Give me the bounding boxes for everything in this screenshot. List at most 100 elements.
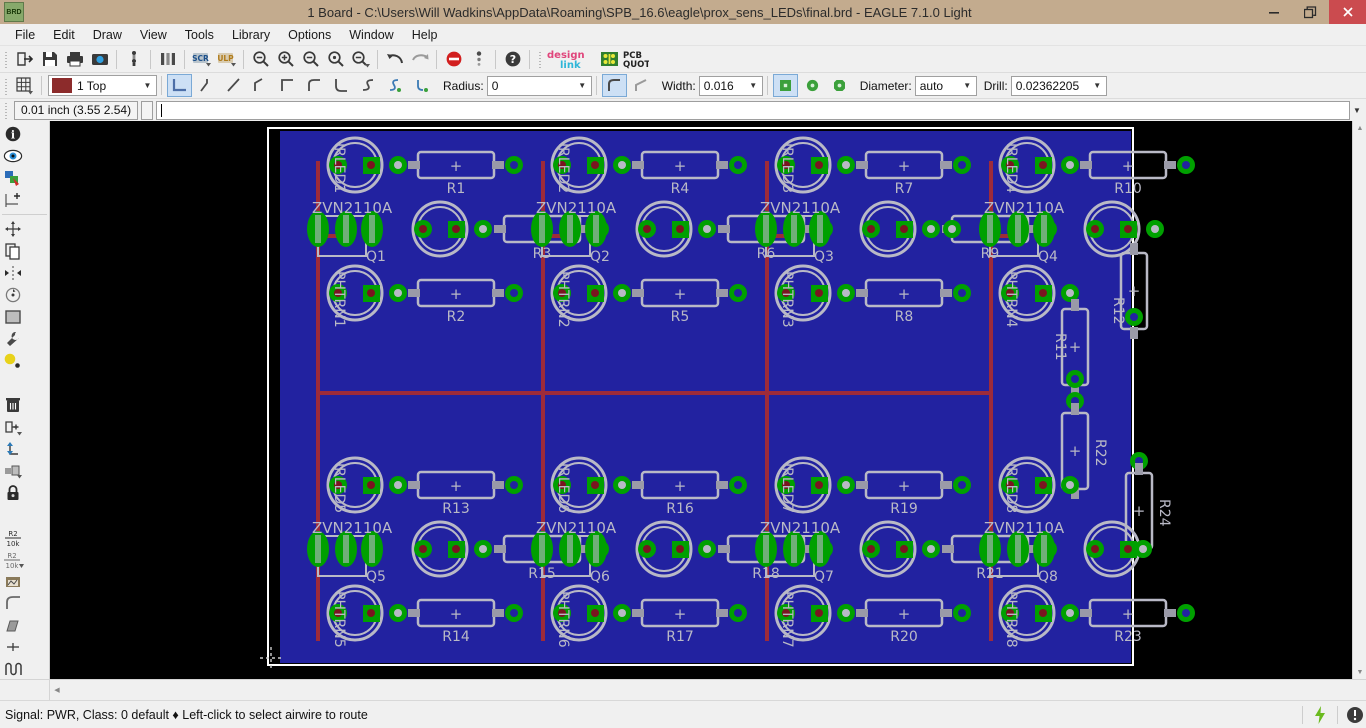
board-canvas[interactable]: IRLED1 + R1 ZVN2110A (50, 121, 1352, 679)
add-part-tool[interactable] (0, 416, 25, 438)
close-button[interactable] (1329, 0, 1366, 24)
menu-help[interactable]: Help (403, 26, 447, 44)
mirror-tool[interactable] (0, 262, 25, 284)
info-tool[interactable]: i (0, 123, 25, 145)
chevron-down-icon[interactable]: ▼ (959, 76, 976, 95)
menu-draw[interactable]: Draw (84, 26, 131, 44)
replace-tool[interactable] (0, 460, 25, 482)
layer-settings-icon[interactable] (155, 48, 180, 71)
toolbar-grip[interactable] (3, 49, 10, 69)
canvas-vertical-scrollbar[interactable]: ▲ ▼ (1352, 121, 1366, 679)
via-octagon-button[interactable] (827, 74, 852, 97)
chevron-down-icon[interactable]: ▼ (574, 76, 591, 95)
pcb-quote-logo[interactable]: PCB QUOTE (600, 48, 649, 70)
component-q7[interactable]: ZVN2110A Q7 (755, 519, 841, 585)
menu-tools[interactable]: Tools (176, 26, 223, 44)
miter-tool[interactable] (0, 592, 25, 614)
canvas-horizontal-scrollbar[interactable]: ◀ (0, 679, 1366, 700)
lock-tool[interactable] (0, 482, 25, 504)
zoom-fit-icon[interactable] (248, 48, 273, 71)
copy-tool[interactable] (0, 240, 25, 262)
bend-style-0-button[interactable] (167, 74, 192, 97)
menu-file[interactable]: File (6, 26, 44, 44)
chevron-down-icon[interactable]: ▼ (1089, 76, 1106, 95)
menu-options[interactable]: Options (279, 26, 340, 44)
restore-button[interactable] (1292, 0, 1329, 24)
chevron-down-icon[interactable]: ▼ (1350, 106, 1364, 115)
chevron-down-icon[interactable]: ▼ (745, 76, 762, 95)
move-tool[interactable] (0, 218, 25, 240)
bend-style-7-button[interactable] (356, 74, 381, 97)
group-tool[interactable] (0, 306, 25, 328)
smash-tool[interactable] (0, 570, 25, 592)
paste-tool[interactable] (0, 350, 25, 372)
mark-tool[interactable] (0, 189, 25, 211)
menu-edit[interactable]: Edit (44, 26, 84, 44)
pcb-artwork[interactable]: IRLED1 + R1 ZVN2110A (50, 121, 1352, 679)
zoom-redraw-icon[interactable] (323, 48, 348, 71)
show-tool[interactable] (0, 145, 25, 167)
help-icon[interactable]: ? (500, 48, 525, 71)
save-icon[interactable] (37, 48, 62, 71)
radius-input[interactable]: 0 ▼ (487, 76, 592, 96)
rotate-tool[interactable] (0, 284, 25, 306)
stop-icon[interactable] (441, 48, 466, 71)
bend-style-5-button[interactable] (302, 74, 327, 97)
bend-style-9-button[interactable] (410, 74, 435, 97)
alert-icon[interactable] (1344, 706, 1366, 724)
partner-toolbar-grip[interactable] (537, 49, 544, 69)
component-q2[interactable]: ZVN2110A Q2 (531, 199, 617, 265)
command-input[interactable] (156, 101, 1350, 120)
component-q5[interactable]: ZVN2110A Q5 (307, 519, 393, 585)
pinswap-tool[interactable] (0, 438, 25, 460)
board-schematic-switch-icon[interactable] (121, 48, 146, 71)
value-tool[interactable]: R210k (0, 548, 25, 570)
scr-script-icon[interactable]: SCR (189, 48, 214, 71)
bend-style-4-button[interactable] (275, 74, 300, 97)
menu-view[interactable]: View (131, 26, 176, 44)
zoom-in-icon[interactable] (273, 48, 298, 71)
drill-input[interactable]: 0.02362205 ▼ (1011, 76, 1107, 96)
width-input[interactable]: 0.016 ▼ (699, 76, 763, 96)
optimize-tool[interactable] (0, 636, 25, 658)
miter-round-button[interactable] (602, 74, 627, 97)
undo-icon[interactable] (382, 48, 407, 71)
name-tool[interactable]: R210k (0, 526, 25, 548)
component-q8[interactable]: ZVN2110A Q8 (979, 519, 1065, 585)
chevron-down-icon[interactable]: ▼ (139, 76, 156, 95)
routing-toolbar-grip[interactable] (3, 76, 10, 96)
diameter-input[interactable]: auto ▼ (915, 76, 977, 96)
design-link-logo[interactable]: design link (546, 47, 592, 71)
bend-style-3-button[interactable] (248, 74, 273, 97)
menu-library[interactable]: Library (223, 26, 279, 44)
component-q1[interactable]: ZVN2110A Q1 (307, 199, 393, 265)
layer-select[interactable]: 1 Top ▼ (48, 75, 157, 96)
print-icon[interactable] (62, 48, 87, 71)
camera-icon[interactable] (87, 48, 112, 71)
scroll-up-arrow[interactable]: ▲ (1353, 121, 1366, 135)
miter-straight-button[interactable] (629, 74, 654, 97)
meander-tool[interactable] (0, 658, 25, 680)
minimize-button[interactable] (1255, 0, 1292, 24)
zoom-select-icon[interactable] (348, 48, 373, 71)
scroll-down-arrow[interactable]: ▼ (1353, 665, 1366, 679)
component-q3[interactable]: ZVN2110A Q3 (755, 199, 841, 265)
bend-style-8-button[interactable] (383, 74, 408, 97)
coordbar-grip[interactable] (3, 100, 10, 120)
split-tool[interactable] (0, 614, 25, 636)
lightning-icon[interactable] (1309, 705, 1331, 725)
component-q6[interactable]: ZVN2110A Q6 (531, 519, 617, 585)
open-icon[interactable] (12, 48, 37, 71)
bend-style-1-button[interactable] (194, 74, 219, 97)
bend-style-6-button[interactable] (329, 74, 354, 97)
grid-icon[interactable] (12, 74, 37, 97)
ulp-icon[interactable]: ULP (214, 48, 239, 71)
display-layers-tool[interactable] (0, 167, 25, 189)
menu-window[interactable]: Window (340, 26, 402, 44)
bend-style-2-button[interactable] (221, 74, 246, 97)
via-square-button[interactable] (773, 74, 798, 97)
drc-ratsnest-icon[interactable] (466, 48, 491, 71)
delete-tool[interactable] (0, 394, 25, 416)
scroll-left-arrow[interactable]: ◀ (50, 683, 64, 697)
change-tool[interactable] (0, 328, 25, 350)
